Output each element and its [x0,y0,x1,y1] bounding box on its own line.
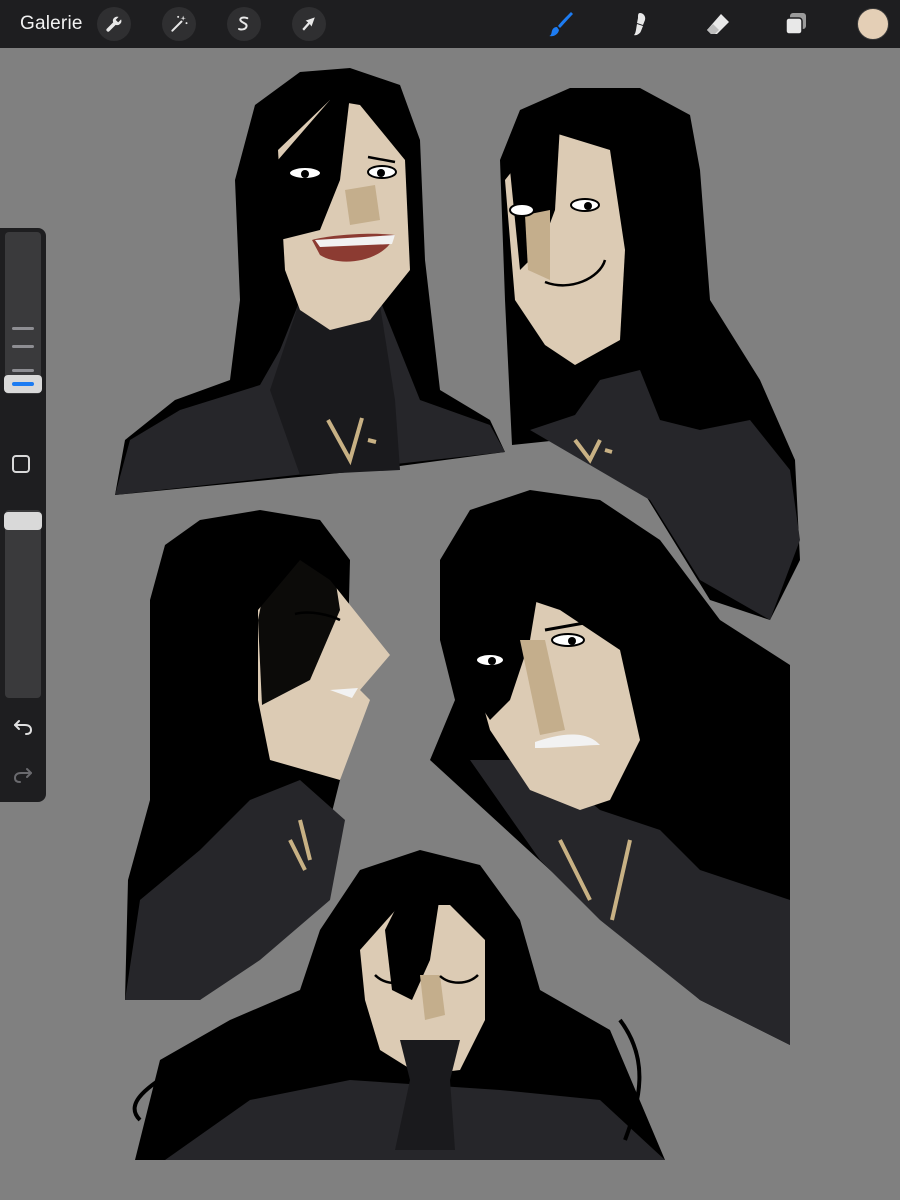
layers-button[interactable] [779,7,813,41]
drawing-canvas[interactable] [0,48,900,1200]
brush-tool-button[interactable] [544,7,578,41]
tool-group [0,0,900,48]
sketch-laughing-face [115,68,505,495]
brush-icon [549,12,573,37]
smudge-tool-button[interactable] [623,7,657,41]
color-picker-button[interactable] [857,8,889,40]
top-toolbar: Galerie [0,0,900,48]
eraser-icon [707,14,729,34]
layers-icon [785,13,806,35]
smudge-icon [634,13,646,36]
eraser-tool-button[interactable] [701,7,735,41]
